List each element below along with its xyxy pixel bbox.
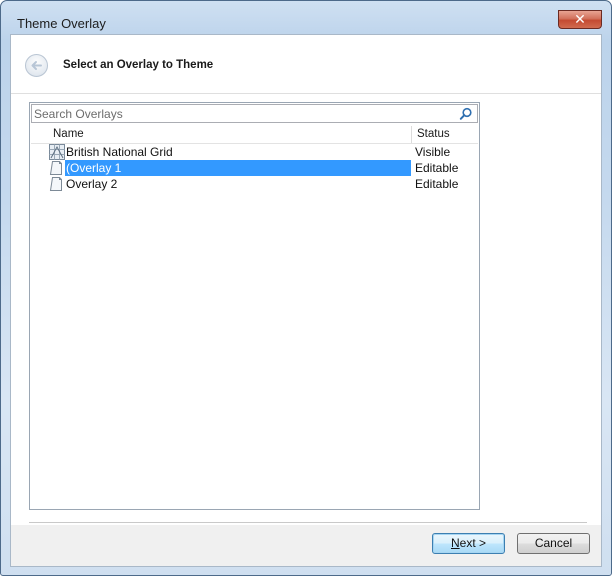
document-icon <box>49 177 62 191</box>
overlay-name: British National Grid <box>66 145 173 159</box>
next-button[interactable]: Next > <box>432 533 505 554</box>
overlay-name: Overlay 2 <box>66 177 118 191</box>
back-arrow-icon <box>31 61 42 70</box>
document-icon <box>49 161 62 175</box>
footer-divider <box>29 522 587 524</box>
column-separator[interactable] <box>411 126 412 143</box>
cancel-button[interactable]: Cancel <box>517 533 590 554</box>
wizard-body: Name Status British National Grid Visibl… <box>11 94 601 525</box>
title-bar[interactable]: Theme Overlay ✕ <box>1 1 611 35</box>
close-icon: ✕ <box>574 11 586 27</box>
search-icon[interactable] <box>459 107 473 121</box>
list-item[interactable]: British National Grid Visible <box>31 144 478 160</box>
window-title: Theme Overlay <box>17 16 106 31</box>
dialog-client: Select an Overlay to Theme Name Status <box>10 34 602 567</box>
dialog-window: Theme Overlay ✕ Select an Overlay to The… <box>0 0 612 576</box>
page-title: Select an Overlay to Theme <box>63 59 214 71</box>
column-header-status[interactable]: Status <box>417 128 450 140</box>
overlay-panel: Name Status British National Grid Visibl… <box>29 102 480 510</box>
search-box[interactable] <box>31 104 478 123</box>
overlay-status: Editable <box>415 177 459 191</box>
list-item[interactable]: Overlay 2 Editable <box>31 176 478 192</box>
list-item-selected[interactable]: (Overlay 1 Editable <box>31 160 478 176</box>
overlay-name: (Overlay 1 <box>65 160 411 176</box>
search-input[interactable] <box>32 105 454 122</box>
close-button[interactable]: ✕ <box>558 10 602 29</box>
overlay-status: Visible <box>415 145 451 159</box>
column-header-name[interactable]: Name <box>53 128 84 140</box>
list-header: Name Status <box>31 126 478 144</box>
wizard-header: Select an Overlay to Theme <box>11 35 601 94</box>
overlay-status: Editable <box>415 161 459 175</box>
overlay-list: Name Status British National Grid Visibl… <box>31 126 478 192</box>
back-button[interactable] <box>25 54 48 77</box>
grid-icon <box>49 144 65 160</box>
